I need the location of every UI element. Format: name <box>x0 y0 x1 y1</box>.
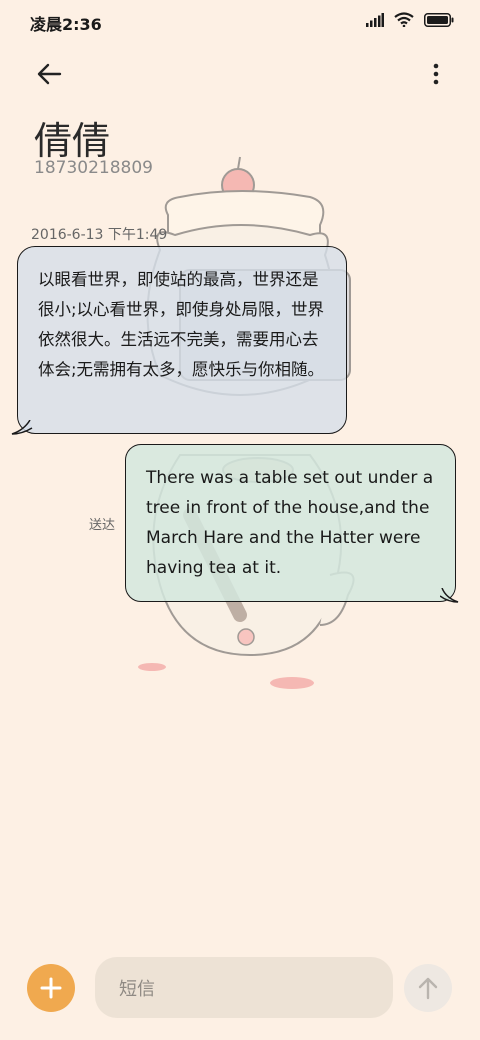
sent-message-text: There was a table set out under a tree i… <box>146 468 434 578</box>
received-message-text: 以眼看世界，即使站的最高，世界还是很小;以心看世界，即使身处局限，世界依然很大。… <box>38 270 325 379</box>
message-date-stamp: 2016-6-13 下午1:49 <box>31 227 168 243</box>
message-input[interactable]: 短信 <box>95 957 393 1018</box>
contact-name: 倩倩 <box>34 119 111 163</box>
back-arrow-icon <box>37 63 62 85</box>
wifi-icon <box>394 12 414 27</box>
status-icons <box>366 12 454 27</box>
sent-bubble-tail <box>440 588 459 603</box>
status-bar: 凌晨2:36 <box>0 0 480 42</box>
plus-icon <box>40 977 62 999</box>
message-input-placeholder: 短信 <box>119 978 155 1000</box>
send-button[interactable] <box>404 964 452 1012</box>
status-time: 凌晨2:36 <box>30 15 102 34</box>
add-attachment-button[interactable] <box>27 964 75 1012</box>
received-message-bubble[interactable]: 以眼看世界，即使站的最高，世界还是很小;以心看世界，即使身处局限，世界依然很大。… <box>17 246 347 434</box>
battery-icon <box>424 12 454 27</box>
delivery-status: 送达 <box>89 518 116 533</box>
sent-message-bubble[interactable]: There was a table set out under a tree i… <box>125 444 456 602</box>
received-bubble-tail <box>11 420 33 435</box>
signal-icon <box>366 12 384 27</box>
message-composer: 短信 <box>0 952 480 1024</box>
back-button[interactable] <box>32 54 68 90</box>
app-bar <box>0 48 480 92</box>
more-vertical-icon <box>433 63 439 85</box>
more-options-button[interactable] <box>428 54 444 90</box>
arrow-up-icon <box>418 977 438 1000</box>
